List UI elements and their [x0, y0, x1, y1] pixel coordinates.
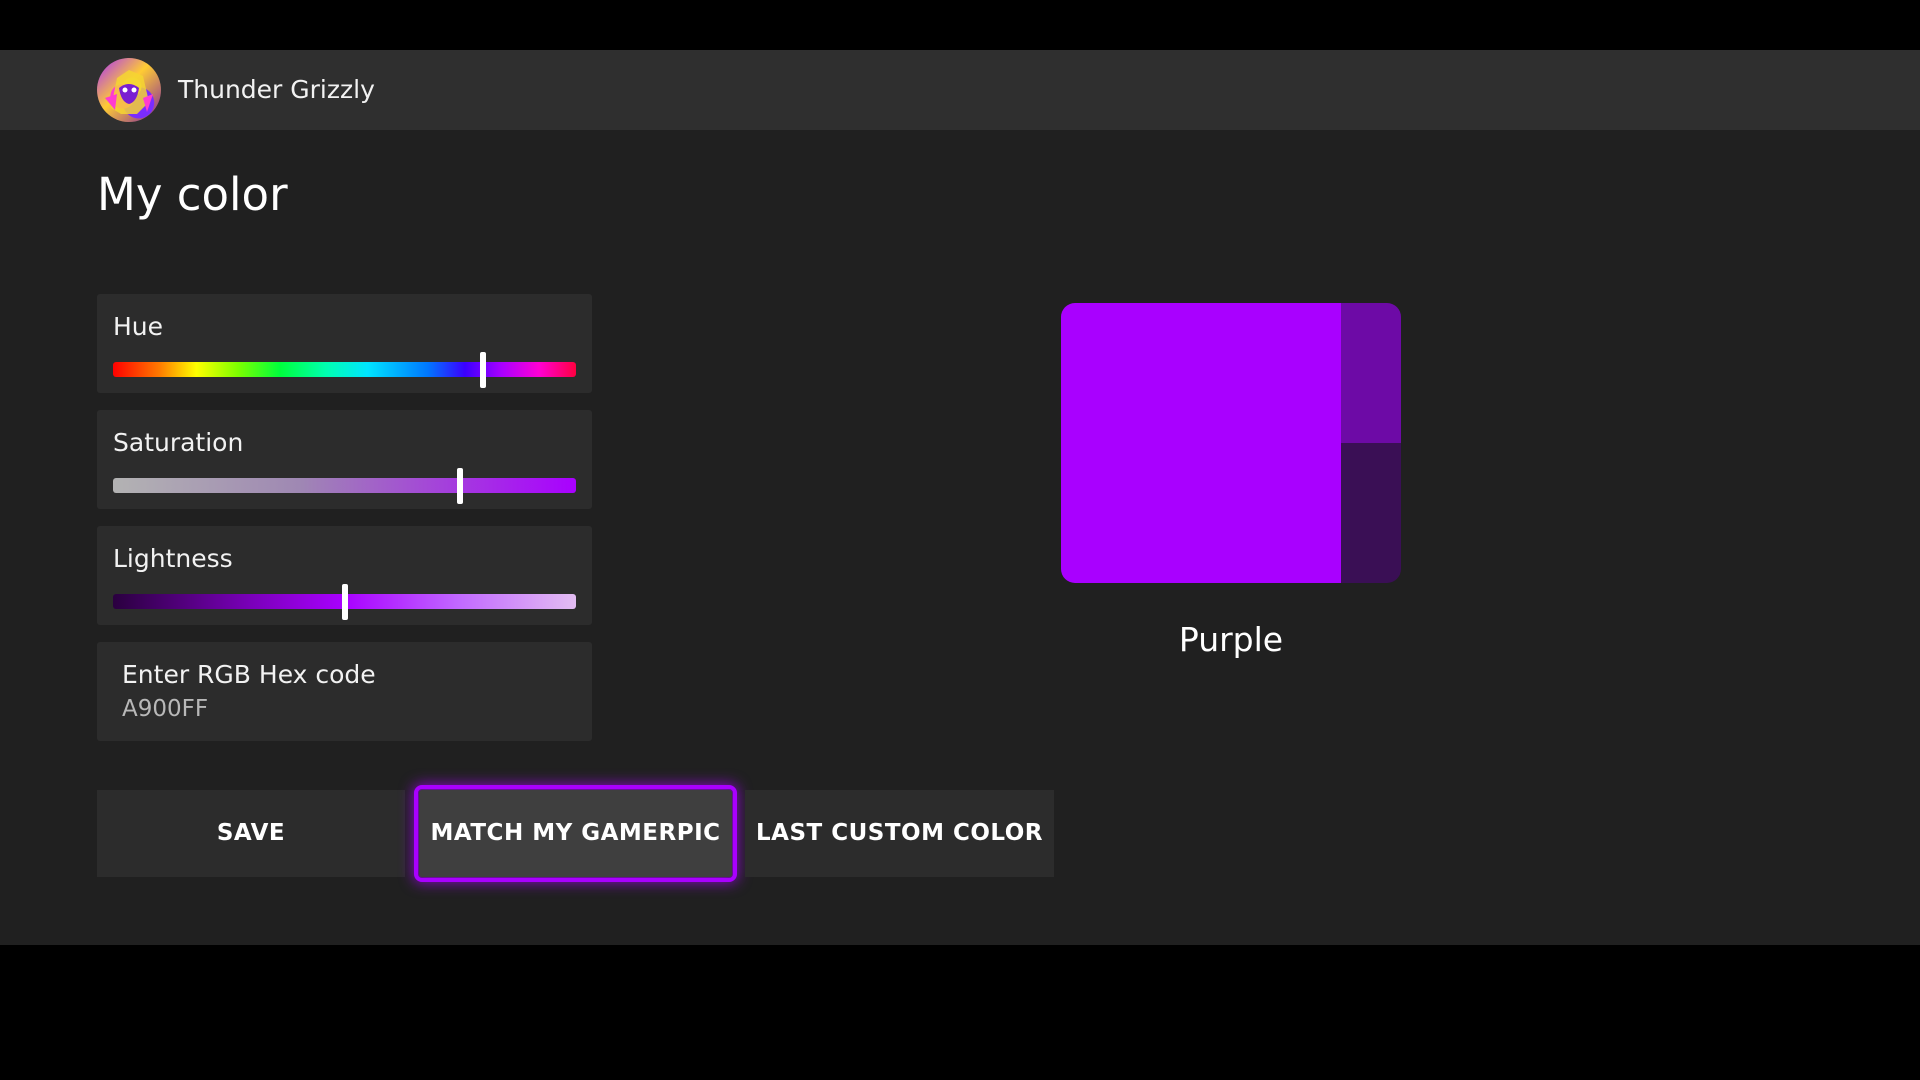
- gamerpic-icon: [105, 70, 153, 114]
- saturation-label: Saturation: [113, 428, 244, 457]
- swatch-secondary-color: [1341, 303, 1401, 443]
- hex-code-field[interactable]: Enter RGB Hex code A900FF: [97, 642, 592, 741]
- saturation-slider-panel[interactable]: Saturation: [97, 410, 592, 509]
- last-custom-color-button[interactable]: LAST CUSTOM COLOR: [745, 790, 1054, 877]
- hex-code-label: Enter RGB Hex code: [122, 660, 376, 689]
- hex-code-value[interactable]: A900FF: [122, 696, 208, 722]
- save-button[interactable]: SAVE: [97, 790, 405, 877]
- color-name: Purple: [1178, 620, 1284, 659]
- lightness-slider-panel[interactable]: Lightness: [97, 526, 592, 625]
- lightness-label: Lightness: [113, 544, 233, 573]
- hue-track[interactable]: [113, 362, 576, 377]
- saturation-thumb[interactable]: [457, 468, 464, 504]
- swatch-dark-color: [1341, 443, 1401, 583]
- hue-label: Hue: [113, 312, 164, 341]
- swatch-main-color: [1061, 303, 1341, 583]
- lightness-thumb[interactable]: [341, 584, 348, 620]
- gamertag: Thunder Grizzly: [178, 75, 375, 104]
- avatar[interactable]: [97, 58, 161, 122]
- page-title: My color: [97, 168, 288, 221]
- match-gamerpic-button[interactable]: MATCH MY GAMERPIC: [414, 785, 737, 882]
- color-settings-page: My color Hue Saturation Lightness Enter …: [0, 130, 1920, 945]
- saturation-track[interactable]: [113, 478, 576, 493]
- color-preview-swatch: [1061, 303, 1401, 583]
- hue-slider-panel[interactable]: Hue: [97, 294, 592, 393]
- profile-header: Thunder Grizzly: [0, 50, 1920, 130]
- hue-thumb[interactable]: [480, 352, 487, 388]
